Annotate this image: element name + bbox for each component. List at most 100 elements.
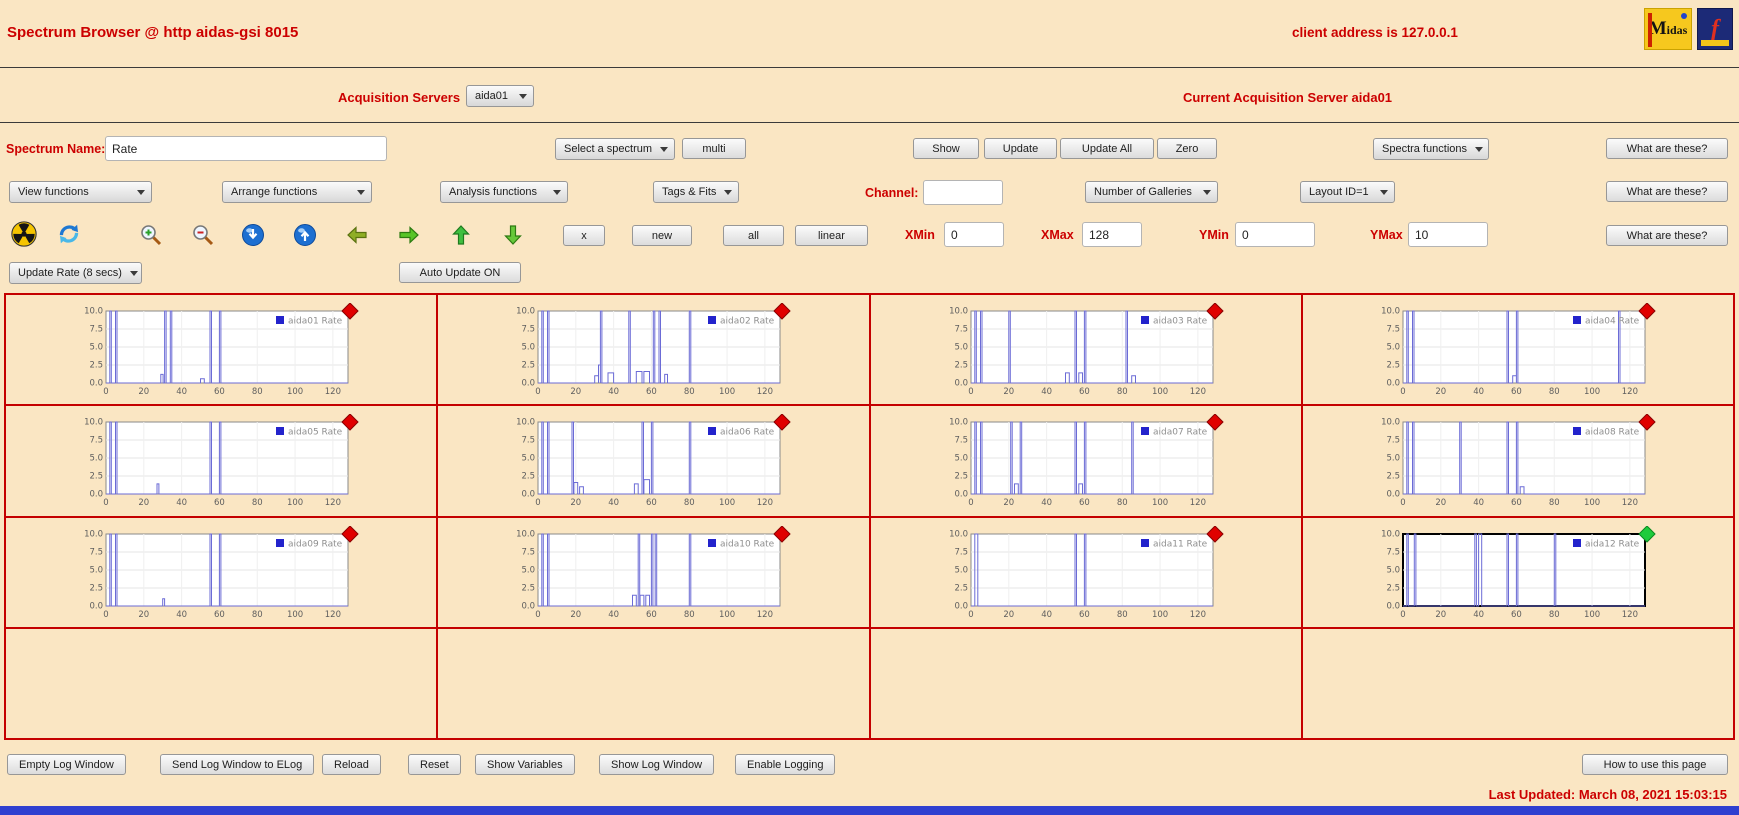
- gallery-cell: 0.0 2.5 5.0 7.5 10.0 0 20 40 60 80 100 120 aida10 Ra…: [437, 516, 870, 628]
- server-bar-divider: [0, 122, 1739, 123]
- zoom-out-icon[interactable]: [190, 222, 216, 248]
- svg-text:20: 20: [1435, 610, 1446, 620]
- chart-aida05[interactable]: 0.0 2.5 5.0 7.5 10.0 0 20 40 60 80 100 120 aida05 Ra…: [72, 413, 372, 515]
- what-are-these-button-2[interactable]: What are these?: [1606, 181, 1728, 202]
- chart-aida10[interactable]: 0.0 2.5 5.0 7.5 10.0 0 20 40 60 80 100 120 aida10 Ra…: [504, 524, 804, 627]
- chart-aida07[interactable]: 0.0 2.5 5.0 7.5 10.0 0 20 40 60 80 100 120 aida07 Ra…: [937, 413, 1237, 515]
- chart-aida04[interactable]: 0.0 2.5 5.0 7.5 10.0 0 20 40 60 80 100 120 aida04 Ra…: [1369, 302, 1669, 404]
- tags-fits-dropdown[interactable]: Tags & Fits: [653, 181, 739, 203]
- layout-id-dropdown[interactable]: Layout ID=1: [1300, 181, 1395, 203]
- channel-input[interactable]: [923, 180, 1003, 205]
- new-button[interactable]: new: [632, 225, 692, 246]
- svg-text:5.0: 5.0: [954, 454, 968, 464]
- gallery-cell: 0.0 2.5 5.0 7.5 10.0 0 20 40 60 80 100 120 aida07 Ra…: [869, 405, 1302, 517]
- sphere-up-icon[interactable]: [292, 222, 318, 248]
- spectrum-name-input[interactable]: [105, 136, 387, 161]
- show-log-window-button[interactable]: Show Log Window: [599, 754, 715, 775]
- how-to-use-button[interactable]: How to use this page: [1582, 754, 1728, 775]
- what-are-these-button-3[interactable]: What are these?: [1606, 225, 1728, 246]
- svg-text:0.0: 0.0: [954, 490, 968, 500]
- svg-text:80: 80: [1116, 498, 1127, 508]
- analysis-functions-dropdown[interactable]: Analysis functions: [440, 181, 568, 203]
- arrange-functions-dropdown[interactable]: Arrange functions: [222, 181, 372, 203]
- sphere-down-icon[interactable]: [240, 222, 266, 248]
- svg-text:100: 100: [719, 498, 735, 508]
- empty-log-window-button[interactable]: Empty Log Window: [7, 754, 126, 775]
- xmax-label: XMax: [1041, 228, 1074, 242]
- select-spectrum-dropdown[interactable]: Select a spectrum: [555, 138, 675, 160]
- svg-text:100: 100: [1151, 610, 1167, 620]
- update-rate-value: Update Rate (8 secs): [18, 267, 122, 279]
- show-variables-button[interactable]: Show Variables: [475, 754, 575, 775]
- send-log-to-elog-button[interactable]: Send Log Window to ELog: [160, 754, 315, 775]
- svg-text:120: 120: [325, 498, 341, 508]
- svg-text:40: 40: [176, 498, 187, 508]
- svg-text:0: 0: [536, 498, 541, 508]
- reload-button[interactable]: Reload: [322, 754, 381, 775]
- midas-logo: Midas: [1644, 8, 1692, 50]
- svg-text:0: 0: [103, 610, 108, 620]
- page-title: Spectrum Browser @ http aidas-gsi 8015: [7, 24, 299, 41]
- xmax-input[interactable]: [1082, 222, 1142, 247]
- update-button[interactable]: Update: [984, 138, 1057, 159]
- number-of-galleries-dropdown[interactable]: Number of Galleries: [1085, 181, 1218, 203]
- x-button[interactable]: x: [563, 225, 605, 246]
- reset-button[interactable]: Reset: [408, 754, 461, 775]
- facility-logo: f: [1697, 8, 1733, 50]
- svg-text:20: 20: [1435, 387, 1446, 397]
- acquisition-server-select[interactable]: aida01: [466, 85, 534, 107]
- chart-aida09[interactable]: 0.0 2.5 5.0 7.5 10.0 0 20 40 60 80 100 120 aida09 Ra…: [72, 524, 372, 627]
- all-button[interactable]: all: [723, 225, 784, 246]
- arrow-up-icon[interactable]: [448, 222, 474, 248]
- svg-text:120: 120: [1622, 387, 1638, 397]
- auto-update-button[interactable]: Auto Update ON: [399, 262, 521, 283]
- update-all-button[interactable]: Update All: [1060, 138, 1154, 159]
- show-button[interactable]: Show: [913, 138, 979, 159]
- chart-aida06[interactable]: 0.0 2.5 5.0 7.5 10.0 0 20 40 60 80 100 120 aida06 Ra…: [504, 413, 804, 515]
- chart-aida08[interactable]: 0.0 2.5 5.0 7.5 10.0 0 20 40 60 80 100 120 aida08 Ra…: [1369, 413, 1669, 515]
- spectra-functions-dropdown[interactable]: Spectra functions: [1373, 138, 1489, 160]
- midas-logo-redbar: [1648, 13, 1652, 47]
- radiation-icon[interactable]: [11, 221, 37, 247]
- update-rate-dropdown[interactable]: Update Rate (8 secs): [9, 262, 142, 284]
- zoom-in-icon[interactable]: [138, 222, 164, 248]
- chevron-down-icon: [357, 189, 365, 195]
- xmin-input[interactable]: [944, 222, 1004, 247]
- linear-button[interactable]: linear: [795, 225, 868, 246]
- svg-text:0: 0: [1400, 387, 1405, 397]
- svg-text:40: 40: [608, 610, 619, 620]
- svg-text:7.5: 7.5: [89, 325, 103, 335]
- chart-aida12[interactable]: 0.0 2.5 5.0 7.5 10.0 0 20 40 60 80 100 120 aida12 Ra…: [1369, 524, 1669, 627]
- svg-text:7.5: 7.5: [1386, 547, 1400, 557]
- svg-text:0.0: 0.0: [89, 490, 103, 500]
- refresh-icon[interactable]: [56, 221, 82, 247]
- ymax-input[interactable]: [1408, 222, 1488, 247]
- midas-logo-bluedot: [1681, 13, 1687, 19]
- arrow-left-icon[interactable]: [344, 222, 370, 248]
- svg-text:120: 120: [757, 610, 773, 620]
- view-functions-dropdown[interactable]: View functions: [9, 181, 152, 203]
- svg-text:5.0: 5.0: [954, 343, 968, 353]
- chart-aida01[interactable]: 0.0 2.5 5.0 7.5 10.0 0 20 40 60 80 100 120 aida01 Ra…: [72, 302, 372, 404]
- multi-button[interactable]: multi: [682, 138, 746, 159]
- chart-aida11[interactable]: 0.0 2.5 5.0 7.5 10.0 0 20 40 60 80 100 120 aida11 Ra…: [937, 524, 1237, 627]
- spectrum-name-label: Spectrum Name:: [6, 142, 106, 156]
- arrow-down-icon[interactable]: [500, 222, 526, 248]
- svg-text:5.0: 5.0: [522, 454, 536, 464]
- svg-text:0.0: 0.0: [522, 601, 536, 611]
- arrange-functions-value: Arrange functions: [231, 186, 318, 198]
- svg-text:7.5: 7.5: [954, 436, 968, 446]
- gallery-cell-empty: [1301, 627, 1734, 739]
- chart-aida03[interactable]: 0.0 2.5 5.0 7.5 10.0 0 20 40 60 80 100 120 aida03 Ra…: [937, 302, 1237, 404]
- svg-text:60: 60: [1511, 610, 1522, 620]
- gallery-cell: 0.0 2.5 5.0 7.5 10.0 0 20 40 60 80 100 120 aida02 Ra…: [437, 294, 870, 406]
- zero-button[interactable]: Zero: [1157, 138, 1217, 159]
- ymin-input[interactable]: [1235, 222, 1315, 247]
- enable-logging-button[interactable]: Enable Logging: [735, 754, 836, 775]
- chart-aida02[interactable]: 0.0 2.5 5.0 7.5 10.0 0 20 40 60 80 100 120 aida02 Ra…: [504, 302, 804, 404]
- svg-text:10.0: 10.0: [949, 418, 968, 428]
- gallery-cell-empty: [5, 627, 438, 739]
- what-are-these-button-1[interactable]: What are these?: [1606, 138, 1728, 159]
- arrow-right-icon[interactable]: [396, 222, 422, 248]
- svg-text:0.0: 0.0: [1386, 601, 1400, 611]
